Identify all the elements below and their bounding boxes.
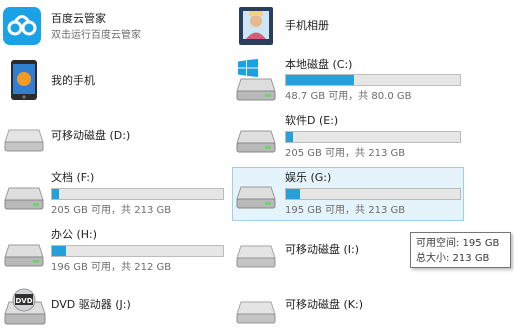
windows-logo-icon [238, 59, 258, 77]
drive-e-tile[interactable]: 软件D (E:) 205 GB 可用，共 213 GB [232, 112, 464, 162]
baidu-cloud-name: 百度云管家 [51, 12, 106, 25]
drive-k-tile[interactable]: 可移动磁盘 (K:) [232, 282, 462, 330]
mobile-phone-icon [11, 60, 37, 100]
drive-j-name: DVD 驱动器 (J:) [51, 298, 131, 311]
baidu-cloud-tile[interactable]: 百度云管家 双击运行百度云管家 [0, 0, 230, 50]
drive-e-space: 205 GB 可用，共 213 GB [285, 148, 406, 159]
drive-e-usage-bar [285, 131, 461, 143]
my-phone-tile[interactable]: 我的手机 [0, 55, 230, 105]
drive-h-usage-bar [51, 245, 224, 257]
drive-c-usage-fill [286, 75, 354, 85]
drive-c-tile[interactable]: 本地磁盘 (C:) 48.7 GB 可用，共 80.0 GB [232, 55, 464, 109]
tooltip-free-space: 可用空间: 195 GB [416, 238, 500, 249]
drive-f-usage-fill [52, 189, 59, 199]
drive-g-space: 195 GB 可用，共 213 GB [285, 205, 406, 216]
drive-e-usage-fill [286, 132, 293, 142]
photo-album-icon [239, 7, 273, 45]
drive-c-usage-bar [285, 74, 461, 86]
drive-g-tooltip: 可用空间: 195 GB 总大小: 213 GB [410, 232, 511, 268]
drive-g-usage-bar [285, 188, 461, 200]
drive-h-tile[interactable]: 办公 (H:) 196 GB 可用，共 212 GB [0, 226, 230, 278]
drive-e-name: 软件D (E:) [285, 114, 339, 127]
dvd-drive-icon: DVD [4, 288, 46, 325]
removable-drive-icon [236, 245, 276, 268]
removable-drive-icon [4, 129, 44, 152]
baidu-cloud-description: 双击运行百度云管家 [51, 30, 141, 41]
drive-i-name: 可移动磁盘 (I:) [285, 243, 360, 256]
drive-g-tile[interactable]: 娱乐 (G:) 195 GB 可用，共 213 GB [232, 167, 464, 221]
drive-d-tile[interactable]: 可移动磁盘 (D:) [0, 112, 230, 162]
drive-f-usage-bar [51, 188, 224, 200]
drive-j-tile[interactable]: DVD DVD 驱动器 (J:) [0, 282, 230, 330]
drive-h-usage-fill [52, 246, 66, 256]
drive-h-space: 196 GB 可用，共 212 GB [51, 262, 172, 273]
hard-drive-icon [4, 244, 44, 267]
drive-k-name: 可移动磁盘 (K:) [285, 298, 363, 311]
drive-f-tile[interactable]: 文档 (F:) 205 GB 可用，共 213 GB [0, 169, 230, 221]
drive-h-name: 办公 (H:) [51, 228, 98, 241]
drive-g-name: 娱乐 (G:) [285, 171, 332, 184]
hard-drive-icon [236, 186, 276, 209]
hard-drive-icon [236, 130, 276, 153]
dvd-icon-label: DVD [15, 297, 32, 305]
drive-c-space: 48.7 GB 可用，共 80.0 GB [285, 91, 412, 102]
baidu-cloud-icon [3, 7, 41, 45]
phone-album-tile[interactable]: 手机相册 [232, 0, 462, 50]
removable-drive-icon [236, 301, 276, 324]
drive-f-space: 205 GB 可用，共 213 GB [51, 205, 172, 216]
drive-g-usage-fill [286, 189, 300, 199]
my-phone-name: 我的手机 [51, 74, 95, 87]
drive-c-name: 本地磁盘 (C:) [285, 58, 353, 71]
drive-f-name: 文档 (F:) [51, 171, 95, 184]
phone-album-name: 手机相册 [285, 19, 329, 32]
tooltip-total-size: 总大小: 213 GB [416, 253, 490, 264]
drive-i-tile[interactable]: 可移动磁盘 (I:) [232, 226, 408, 276]
hard-drive-icon [236, 78, 276, 101]
hard-drive-icon [4, 187, 44, 210]
drive-d-name: 可移动磁盘 (D:) [51, 129, 131, 142]
